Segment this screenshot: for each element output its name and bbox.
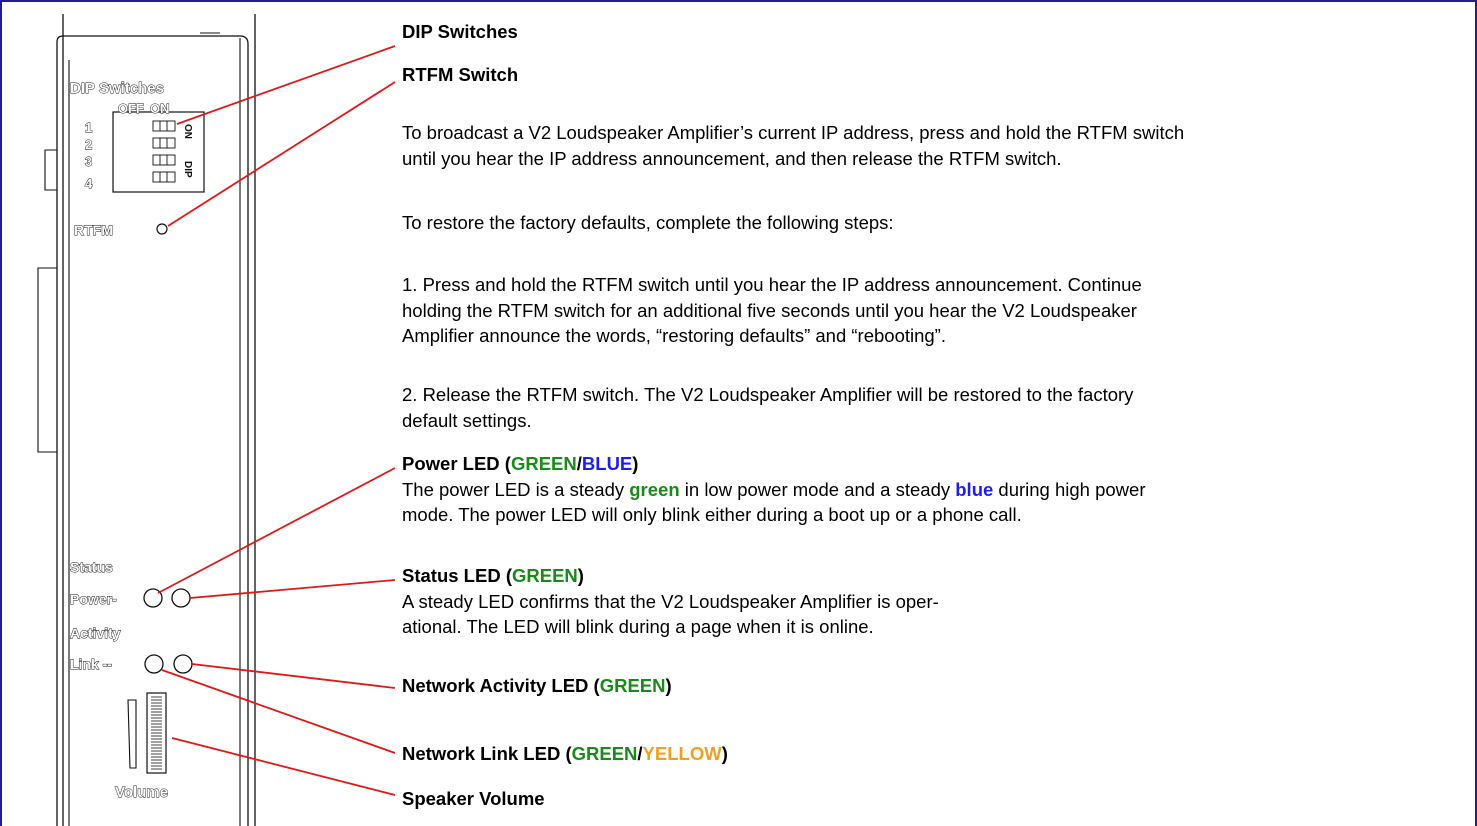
dip-on-mark: ON [182,124,193,139]
device-dip-switches-label: DIP Switches [70,80,164,97]
device-switch-number-3: 3 [85,154,92,169]
network-link-led [144,654,164,674]
dip-mark: DIP [182,161,193,178]
rtfm-step1-line1: 1. Press and hold the RTFM switch until … [402,274,1142,295]
heading-dip-switches: DIP Switches [402,21,518,42]
power-desc-b: in low power mode and a steady [679,479,956,500]
power-desc-line1: The power LED is a steady green in low p… [402,478,1146,503]
link-title-yellow: YELLOW [642,743,722,764]
rtfm-switch-button [156,223,168,235]
link-title-green: GREEN [571,743,638,764]
activity-title-suffix: ) [665,675,672,696]
callout-line-network-activity [191,663,396,689]
device-status-label: Status [70,559,113,575]
link-title-suffix: ) [721,743,728,764]
heading-network-link-led: Network Link LED (GREEN/YELLOW) [402,743,728,765]
rtfm-step1-line3: Amplifier announce the words, “restoring… [402,325,946,346]
status-title-green: GREEN [511,565,578,586]
status-desc-line2: ational. The LED will blink during a pag… [402,616,874,637]
status-title-prefix: Status LED ( [402,565,512,586]
panel-left-tab [44,149,57,191]
device-switch-number-1: 1 [85,120,92,135]
device-power-label: Power- [70,591,117,607]
status-led [171,588,191,608]
device-activity-label: Activity [70,625,121,641]
volume-wheel [146,692,167,774]
heading-rtfm-switch: RTFM Switch [402,64,519,85]
callout-line-status-led [189,579,396,599]
callout-line-power-led [157,467,396,594]
device-volume-label: Volume [115,784,168,801]
rtfm-step2-line2: default settings. [402,410,532,431]
device-rtfm-label: RTFM [74,222,113,238]
volume-wedge-indicator [127,699,137,769]
heading-network-activity-led: Network Activity LED (GREEN) [402,675,672,697]
power-desc-line2: mode. The power LED will only blink eith… [402,504,1022,525]
heading-status-led: Status LED (GREEN) [402,565,584,587]
rtfm-para1-line2: until you hear the IP address announceme… [402,148,1062,169]
callout-line-dip-switches [176,45,396,125]
device-link-label: Link -- [70,656,112,672]
network-activity-led [173,654,193,674]
status-title-suffix: ) [577,565,584,586]
device-on-label: ON [150,101,170,116]
power-desc-a: The power LED is a steady [402,479,630,500]
heading-power-led: Power LED (GREEN/BLUE) [402,453,638,475]
power-title-prefix: Power LED ( [402,453,511,474]
rtfm-step2-line1: 2. Release the RTFM switch. The V2 Louds… [402,384,1134,405]
status-desc-line1: A steady LED confirms that the V2 Loudsp… [402,591,939,612]
power-title-suffix: ) [632,453,639,474]
link-title-prefix: Network Link LED ( [402,743,572,764]
activity-title-green: GREEN [599,675,666,696]
power-title-green: GREEN [510,453,577,474]
callout-line-speaker-volume [171,737,396,796]
heading-speaker-volume: Speaker Volume [402,788,545,809]
device-switch-number-2: 2 [85,137,92,152]
power-title-blue: BLUE [581,453,633,474]
device-off-label: OFF [118,101,144,116]
callout-line-network-link [161,669,396,754]
rtfm-step1-line2: holding the RTFM switch for an additiona… [402,300,1137,321]
rtfm-para2: To restore the factory defaults, complet… [402,212,894,233]
rtfm-para1-line1: To broadcast a V2 Loudspeaker Amplifier’… [402,122,1185,143]
activity-title-prefix: Network Activity LED ( [402,675,600,696]
device-switch-number-4: 4 [85,176,93,191]
power-desc-c: during high power [993,479,1146,500]
panel-left-bracket [37,267,57,453]
power-desc-green: green [629,479,680,500]
power-desc-blue: blue [955,479,994,500]
